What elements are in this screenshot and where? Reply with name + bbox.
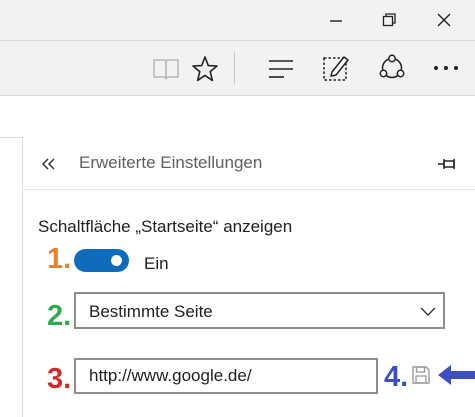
close-icon[interactable] — [435, 11, 453, 29]
toggle-state-label: Ein — [144, 254, 169, 273]
hub-icon[interactable] — [267, 58, 295, 80]
home-button-setting-label: Schaltfläche „Startseite“ anzeigen — [38, 217, 293, 236]
step-3-marker: 3. — [47, 363, 72, 395]
chevron-down-icon — [420, 307, 436, 316]
share-icon[interactable] — [377, 53, 407, 83]
window-title-bar — [0, 0, 475, 40]
toggle-knob — [111, 255, 122, 266]
favorites-bar — [0, 95, 475, 138]
double-chevron-left-icon[interactable] — [41, 156, 57, 172]
web-note-icon[interactable] — [321, 53, 351, 83]
start-page-select-value: Bestimmte Seite — [89, 302, 213, 321]
step-1-marker: 1. — [47, 243, 72, 275]
panel-header-divider — [23, 189, 475, 190]
start-page-select[interactable]: Bestimmte Seite — [74, 292, 445, 329]
toolbar-divider — [234, 52, 235, 84]
save-icon[interactable] — [411, 365, 431, 385]
more-icon[interactable] — [432, 64, 460, 72]
browser-toolbar — [0, 40, 475, 96]
step-2-marker: 2. — [47, 300, 72, 332]
advanced-settings-panel: Erweiterte Einstellungen Schaltfläche „S… — [22, 137, 475, 417]
pin-icon[interactable] — [437, 157, 459, 171]
step-4-marker: 4. — [384, 361, 409, 393]
reading-view-icon[interactable] — [152, 56, 180, 82]
arrow-left-icon — [438, 365, 475, 385]
restore-icon[interactable] — [381, 12, 397, 28]
home-page-url-input[interactable] — [74, 358, 378, 394]
minimize-icon[interactable] — [328, 13, 344, 29]
home-button-toggle[interactable] — [74, 249, 129, 272]
panel-title: Erweiterte Einstellungen — [79, 153, 263, 172]
favorite-star-icon[interactable] — [191, 55, 219, 83]
